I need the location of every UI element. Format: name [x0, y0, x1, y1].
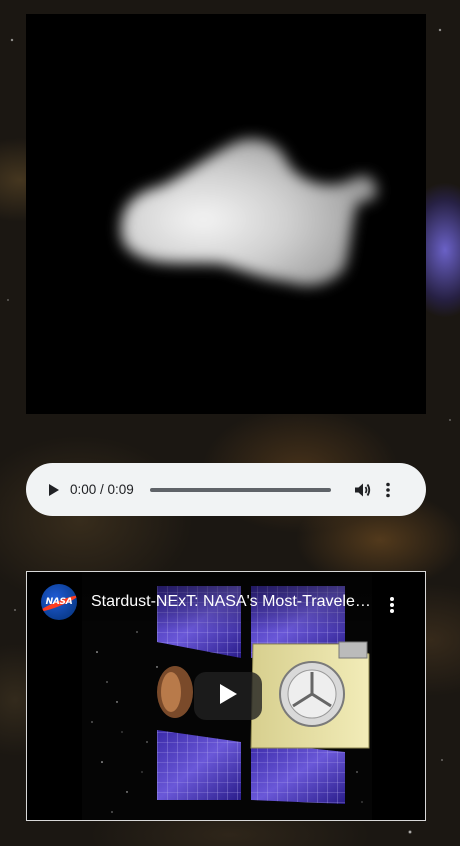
- volume-icon[interactable]: [353, 481, 371, 499]
- audio-time: 0:00 / 0:09: [70, 482, 134, 497]
- audio-progress-slider[interactable]: [149, 487, 331, 492]
- asteroid-photo: [121, 138, 378, 286]
- video-header: NASA Stardust-NExT: NASA's Most-Traveled…: [27, 572, 425, 632]
- youtube-video[interactable]: NASA Stardust-NExT: NASA's Most-Traveled…: [26, 571, 426, 821]
- channel-logo-text: NASA: [45, 597, 73, 607]
- video-title[interactable]: Stardust-NExT: NASA's Most-Traveled Come…: [91, 593, 371, 611]
- asteroid-image: [26, 14, 426, 414]
- youtube-play-button[interactable]: [194, 672, 262, 720]
- audio-player[interactable]: 0:00 / 0:09: [26, 463, 426, 516]
- youtube-play-icon: [218, 683, 238, 710]
- more-vert-icon[interactable]: [389, 596, 395, 619]
- play-icon[interactable]: [46, 483, 60, 497]
- channel-logo[interactable]: NASA: [41, 584, 77, 620]
- more-vert-icon[interactable]: [385, 482, 391, 498]
